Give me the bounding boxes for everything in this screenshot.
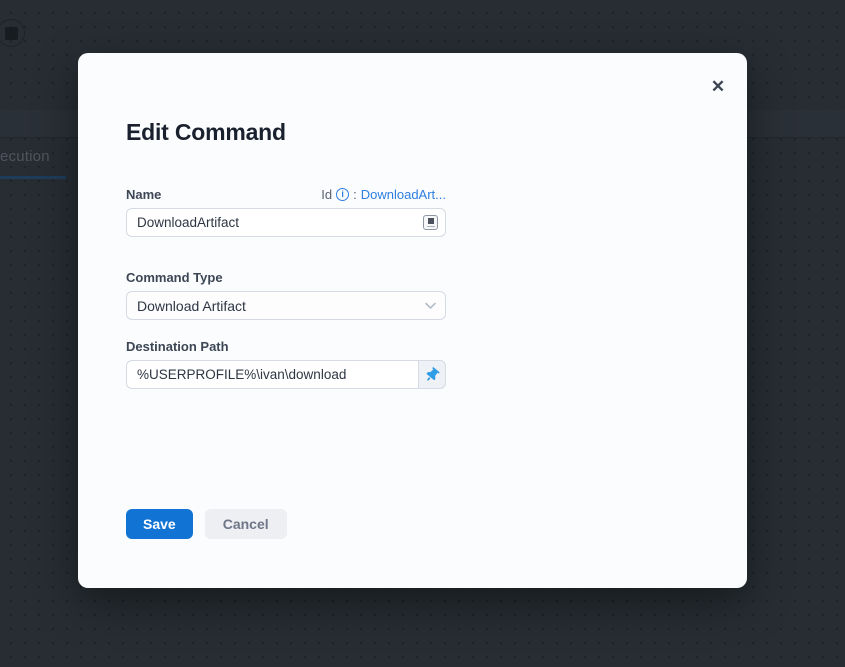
command-id-row: Id i : DownloadArt... [321,187,446,202]
cancel-button[interactable]: Cancel [205,509,287,539]
name-input-wrapper [126,208,446,237]
command-type-select[interactable]: Download Artifact [126,291,446,320]
active-tab-underline [0,176,66,179]
name-label-row: Name Id i : DownloadArt... [126,186,446,202]
edit-command-form: Name Id i : DownloadArt... Command Type … [126,186,446,539]
save-button[interactable]: Save [126,509,193,539]
command-type-label-row: Command Type [126,269,446,285]
stop-icon [5,27,18,40]
name-label: Name [126,187,161,202]
autofill-badge-glyph [428,218,434,224]
tab-execution[interactable]: ecution [0,148,50,177]
close-icon[interactable]: ✕ [705,74,731,100]
pin-addon-button[interactable] [418,360,446,389]
stop-node-button[interactable] [0,19,25,47]
destination-path-label-row: Destination Path [126,338,446,354]
autofill-badge-line [427,226,435,228]
id-label: Id [321,187,332,202]
command-type-label: Command Type [126,270,223,285]
chevron-down-icon [425,302,436,310]
autofill-badge-icon[interactable] [423,215,438,230]
dialog-action-row: Save Cancel [126,509,446,539]
info-icon[interactable]: i [336,188,349,201]
edit-command-dialog: ✕ Edit Command Name Id i : DownloadArt..… [78,53,747,588]
destination-path-input[interactable] [126,360,418,389]
id-separator: : [353,187,357,202]
destination-path-wrapper [126,360,446,389]
command-id-link[interactable]: DownloadArt... [361,187,446,202]
destination-path-label: Destination Path [126,339,229,354]
command-type-selected-value: Download Artifact [137,298,246,314]
dialog-title: Edit Command [126,119,286,146]
pin-icon [422,365,442,385]
name-input[interactable] [126,208,446,237]
